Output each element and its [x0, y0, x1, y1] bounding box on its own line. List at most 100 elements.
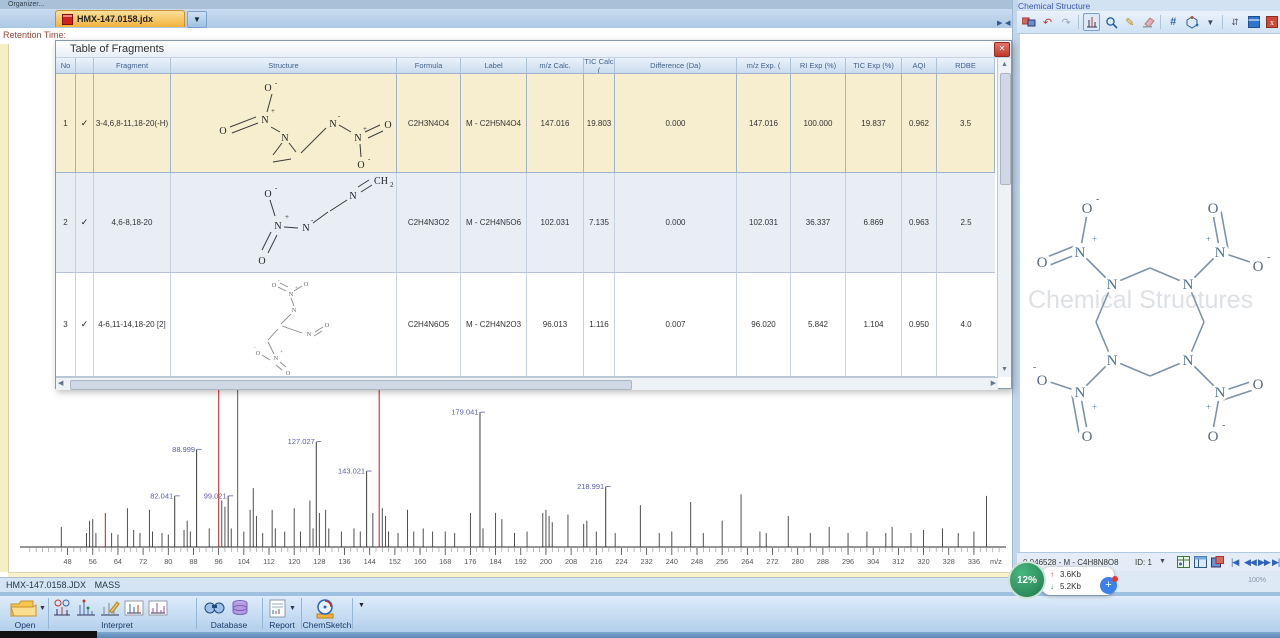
import-structure-icon[interactable]: [1021, 14, 1037, 30]
svg-text:O: O: [1037, 373, 1048, 389]
collapse-right-icon[interactable]: ◀: [1005, 19, 1010, 27]
atom-numbering-icon[interactable]: #: [1165, 14, 1181, 30]
scroll-left-icon[interactable]: ◀: [58, 378, 63, 390]
col-header-ri-exp[interactable]: RI Exp (%): [791, 58, 846, 74]
interpret-chart2-icon[interactable]: [148, 599, 168, 622]
open-dropdown-icon[interactable]: ▼: [39, 605, 46, 612]
row-checkbox[interactable]: ✓: [76, 173, 94, 273]
formula-value: C2H4N6O5: [397, 273, 461, 377]
first-record-button[interactable]: |◀: [1231, 557, 1238, 568]
svg-text:+: +: [1092, 402, 1097, 412]
interpret-chart1-icon[interactable]: [124, 599, 144, 622]
svg-text:N: N: [1107, 353, 1118, 369]
database-icon[interactable]: [231, 599, 249, 622]
redo-icon[interactable]: ↷: [1058, 14, 1074, 30]
scroll-down-icon[interactable]: ▼: [998, 364, 1011, 376]
row-checkbox[interactable]: ✓: [76, 273, 94, 377]
col-header-formula[interactable]: Formula: [397, 58, 461, 74]
col-header-fragment[interactable]: Fragment: [94, 58, 171, 74]
bottom-ribbon: ▼ Open Interpret Database ▼ Report: [0, 596, 1280, 632]
structures-grid-icon[interactable]: [1177, 556, 1190, 568]
draw-structure-icon[interactable]: ✎: [1122, 14, 1138, 30]
aqi-value: 0.950: [902, 273, 937, 377]
col-header-mz-exp[interactable]: m/z Exp. (: [737, 58, 791, 74]
col-header-no[interactable]: No: [56, 58, 76, 74]
progress-circle-badge[interactable]: 12%: [1008, 561, 1046, 599]
tic-exp-value: 6.869: [846, 173, 902, 273]
scroll-up-icon[interactable]: ▲: [998, 59, 1011, 71]
difference-value: 0.007: [615, 273, 737, 377]
svg-text:O: O: [384, 120, 391, 131]
view-spectrum-icon[interactable]: [1083, 13, 1101, 31]
svg-text:O: O: [1253, 259, 1264, 275]
document-tab[interactable]: HMX-147.0158.jdx: [55, 10, 185, 27]
svg-text:O: O: [264, 83, 271, 94]
col-header-tic-exp[interactable]: TIC Exp (%): [846, 58, 902, 74]
col-header-mz-calc[interactable]: m/z Calc.: [527, 58, 584, 74]
aqi-value: 0.963: [902, 173, 937, 273]
svg-text:240: 240: [666, 557, 678, 566]
panel-close-icon[interactable]: x: [1264, 14, 1280, 30]
table-row[interactable]: 1 ✓ 3-4,6,8-11,18-20(-H): [56, 74, 997, 173]
dialog-title[interactable]: Table of Fragments: [56, 41, 1011, 58]
table-row[interactable]: 2 ✓ 4,6-8,18-20 O- N+ O: [56, 173, 997, 273]
svg-text:N: N: [1215, 385, 1226, 401]
structures-table-icon[interactable]: [1194, 556, 1207, 568]
svg-text:304: 304: [867, 557, 879, 566]
zoom-icon[interactable]: [1103, 14, 1119, 30]
last-record-button[interactable]: ▶|: [1272, 557, 1279, 568]
report-dropdown-icon[interactable]: ▼: [289, 605, 296, 612]
mz-calc-value: 147.016: [527, 74, 584, 173]
scroll-right-icon[interactable]: ▶: [991, 378, 996, 390]
row-checkbox[interactable]: ✓: [76, 74, 94, 173]
reorder-icon[interactable]: ⇵: [1227, 14, 1243, 30]
id-dropdown-icon[interactable]: ▼: [1159, 558, 1166, 565]
interpret-annotate-icon[interactable]: [100, 599, 120, 622]
dialog-vertical-scrollbar[interactable]: ▲ ▼: [997, 58, 1011, 377]
col-header-structure[interactable]: Structure: [171, 58, 397, 74]
horizontal-scroll-thumb[interactable]: [70, 380, 632, 390]
svg-text:104: 104: [238, 557, 250, 566]
toolbar-separator: [1222, 15, 1223, 29]
dialog-close-button[interactable]: ✕: [994, 42, 1010, 57]
interpret-spectrum-icon[interactable]: [76, 599, 96, 622]
next-record-button[interactable]: ▶▶: [1258, 557, 1270, 568]
col-header-tic-calc[interactable]: TIC Calc (: [584, 58, 615, 74]
database-search-icon[interactable]: [203, 599, 225, 622]
svg-text:-: -: [278, 279, 280, 284]
previous-record-button[interactable]: ◀◀: [1244, 557, 1256, 568]
structures-badge-icon[interactable]: [1211, 556, 1224, 568]
tab-dropdown-button[interactable]: ▼: [187, 11, 207, 28]
overlay-plus-button[interactable]: +: [1100, 577, 1117, 594]
mz-exp-value: 102.031: [737, 173, 791, 273]
ring-tool-icon[interactable]: [1184, 14, 1200, 30]
collapse-left-icon[interactable]: ▶: [997, 19, 1002, 27]
svg-text:O: O: [1208, 201, 1219, 217]
tic-calc-value: 1.116: [584, 273, 615, 377]
svg-text:O: O: [1253, 377, 1264, 393]
svg-text:320: 320: [917, 557, 929, 566]
dialog-horizontal-scrollbar[interactable]: ◀ ▶: [56, 377, 998, 390]
col-header-label[interactable]: Label: [461, 58, 527, 74]
svg-text:296: 296: [842, 557, 854, 566]
svg-text:128: 128: [313, 557, 325, 566]
toolbar-overflow-icon[interactable]: ▼: [358, 602, 365, 609]
structure-canvas[interactable]: Chemical Structures: [1017, 34, 1280, 552]
ring-tool-dropdown-icon[interactable]: ▼: [1203, 14, 1219, 30]
svg-text:-: -: [1222, 420, 1225, 431]
organizer-button[interactable]: Organizer...: [8, 1, 44, 8]
svg-text:176: 176: [464, 557, 476, 566]
col-header-aqi[interactable]: AQI: [902, 58, 937, 74]
col-header-rdbe[interactable]: RDBE: [937, 58, 995, 74]
panel-settings-icon[interactable]: [1246, 14, 1262, 30]
undo-icon[interactable]: ↶: [1040, 14, 1056, 30]
vertical-scroll-thumb[interactable]: [1000, 73, 1011, 185]
eraser-icon[interactable]: [1141, 14, 1157, 30]
col-header-difference[interactable]: Difference (Da): [615, 58, 737, 74]
col-header-check[interactable]: [76, 58, 94, 74]
svg-text:218.991: 218.991: [577, 482, 604, 491]
table-row[interactable]: 3 ✓ 4-6,11-14,18-20 [2]: [56, 273, 997, 377]
interpret-molecule-icon[interactable]: [52, 599, 72, 622]
svg-text:168: 168: [439, 557, 451, 566]
tic-exp-value: 1.104: [846, 273, 902, 377]
